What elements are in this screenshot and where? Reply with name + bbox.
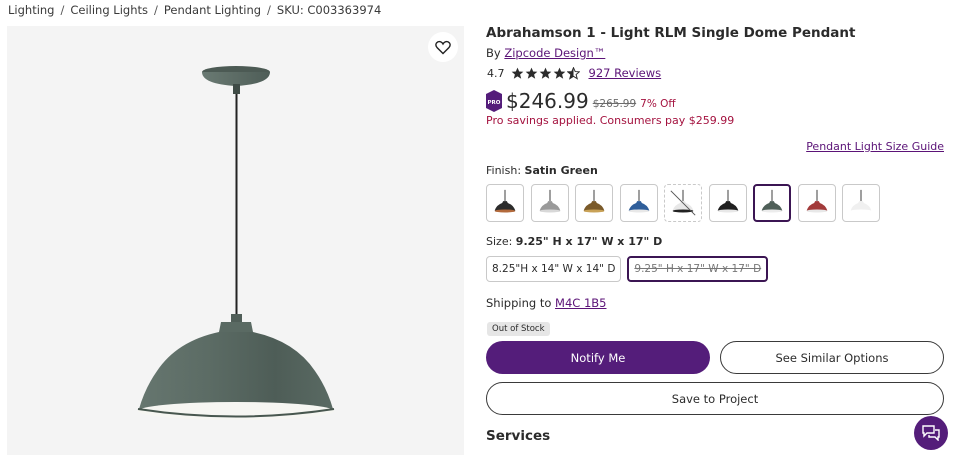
size-options: 8.25"H x 14" W x 14" D 9.25" H x 17" W x… [486, 256, 769, 282]
stock-status-badge: Out of Stock [487, 322, 550, 336]
product-image [137, 66, 335, 420]
star-icon [539, 67, 551, 79]
chat-button[interactable] [914, 416, 948, 450]
size-guide-link[interactable]: Pendant Light Size Guide [806, 140, 944, 153]
finish-swatch-white[interactable] [842, 184, 880, 222]
pendant-thumbnail-icon [850, 189, 872, 213]
finish-label-prefix: Finish: [486, 164, 522, 177]
favorite-button[interactable] [428, 32, 458, 62]
finish-swatch-cobalt-blue[interactable] [619, 184, 658, 222]
pro-badge-text: PRO [488, 100, 501, 106]
rating-value: 4.7 [487, 66, 505, 80]
size-selected-value: 9.25" H x 17" W x 17" D [515, 235, 663, 248]
finish-swatch-black-copper[interactable] [486, 184, 524, 222]
product-image-panel[interactable] [7, 26, 464, 455]
rating-row: 4.7 927 Reviews [487, 66, 661, 80]
shipping-info: Shipping to M4C 1B5 [486, 296, 606, 310]
save-to-project-button[interactable]: Save to Project [486, 382, 944, 415]
breadcrumb: Lighting / Ceiling Lights / Pendant Ligh… [8, 3, 381, 17]
chat-icon [922, 425, 940, 441]
pendant-thumbnail-icon [806, 189, 827, 213]
finish-selected-value: Satin Green [524, 164, 598, 177]
finish-swatch-black[interactable] [708, 184, 747, 222]
see-similar-options-button[interactable]: See Similar Options [720, 341, 944, 374]
original-price: $265.99 [592, 98, 637, 110]
breadcrumb-ceiling-lights[interactable]: Ceiling Lights [70, 3, 148, 17]
by-prefix: By [486, 46, 501, 60]
current-price: $246.99 [506, 89, 589, 113]
size-option-large[interactable]: 9.25" H x 17" W x 17" D [627, 256, 769, 282]
pendant-thumbnail-icon [761, 189, 783, 213]
reviews-link[interactable]: 927 Reviews [589, 66, 662, 80]
finish-swatch-galvanized[interactable] [530, 184, 569, 222]
discount-percent: 7% Off [640, 98, 676, 110]
pendant-thumbnail-icon [717, 189, 738, 213]
price-row: PRO $246.99 $265.99 7% Off [486, 89, 676, 113]
finish-swatch-white-black[interactable] [664, 184, 702, 222]
breadcrumb-separator: / [267, 3, 271, 17]
postal-code-link[interactable]: M4C 1B5 [555, 296, 606, 310]
finish-swatch-red[interactable] [797, 184, 836, 222]
brand-link[interactable]: Zipcode Design™ [504, 46, 605, 60]
pro-savings-text: Pro savings applied. Consumers pay $259.… [486, 114, 735, 127]
breadcrumb-separator: / [153, 3, 158, 17]
pendant-thumbnail-icon [494, 189, 516, 213]
size-label-prefix: Size: [486, 235, 513, 248]
finish-swatch-bronze[interactable] [575, 184, 613, 222]
rating-stars [511, 66, 580, 80]
breadcrumb-separator: / [60, 3, 65, 17]
pendant-thumbnail-icon [628, 189, 649, 213]
services-heading: Services [486, 428, 551, 444]
finish-label: Finish: Satin Green [486, 164, 598, 177]
size-option-small[interactable]: 8.25"H x 14" W x 14" D [486, 256, 622, 282]
heart-icon [435, 40, 451, 54]
breadcrumb-pendant-lighting[interactable]: Pendant Lighting [164, 3, 261, 17]
breadcrumb-lighting[interactable]: Lighting [8, 3, 54, 17]
finish-swatch-satin-green[interactable] [753, 184, 791, 222]
breadcrumb-sku: SKU: C003363974 [276, 3, 382, 17]
brand-line: By Zipcode Design™ [486, 46, 605, 60]
notify-me-button[interactable]: Notify Me [486, 341, 710, 374]
pendant-thumbnail-icon [670, 189, 696, 216]
pro-badge-icon: PRO [486, 90, 502, 112]
half-star-icon [566, 66, 580, 80]
size-label: Size: 9.25" H x 17" W x 17" D [486, 235, 662, 248]
shipping-prefix: Shipping to [486, 296, 552, 310]
star-icon [553, 67, 565, 79]
product-title: Abrahamson 1 - Light RLM Single Dome Pen… [486, 25, 856, 41]
pendant-thumbnail-icon [539, 189, 560, 213]
star-icon [525, 67, 537, 79]
pendant-thumbnail-icon [583, 189, 605, 213]
finish-swatches [486, 184, 880, 222]
star-icon [511, 67, 523, 79]
